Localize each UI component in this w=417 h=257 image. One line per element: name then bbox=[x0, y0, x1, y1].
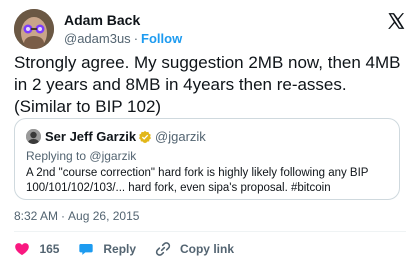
author-handle-row: @adam3us · Follow bbox=[64, 30, 182, 47]
quoted-text: A 2nd "course correction" hard fork is h… bbox=[26, 167, 369, 194]
speech-bubble-icon bbox=[79, 243, 93, 255]
action-bar: 165 Reply Copy link bbox=[14, 240, 248, 257]
quoted-display-name: Ser Jeff Garzik bbox=[45, 129, 137, 145]
reply-button[interactable]: Reply bbox=[78, 240, 136, 257]
replying-mention: @jgarzik bbox=[89, 149, 137, 163]
tweet-timestamp[interactable]: 8:32 AM · Aug 26, 2015 bbox=[14, 209, 139, 223]
tweet-date: Aug 26, 2015 bbox=[68, 209, 140, 223]
gold-verified-badge-icon bbox=[139, 130, 151, 143]
link-icon bbox=[155, 241, 170, 256]
follow-button[interactable]: Follow bbox=[141, 31, 182, 46]
like-button[interactable]: 165 bbox=[14, 240, 59, 257]
copy-link-button[interactable]: Copy link bbox=[155, 240, 234, 257]
replying-to: Replying to @jgarzik bbox=[26, 149, 136, 163]
handle-separator: · bbox=[133, 31, 139, 46]
timestamp-separator: · bbox=[61, 209, 66, 223]
tweet-text: Strongly agree. My suggestion 2MB now, t… bbox=[14, 53, 401, 116]
author-avatar[interactable] bbox=[14, 9, 54, 49]
x-logo-icon[interactable] bbox=[386, 11, 406, 31]
quoted-tweet[interactable]: Ser Jeff Garzik @jgarzik Replying to @jg… bbox=[14, 118, 400, 200]
author-display-name[interactable]: Adam Back bbox=[64, 12, 182, 29]
actions-divider bbox=[14, 231, 406, 232]
copy-link-label: Copy link bbox=[179, 241, 234, 256]
quoted-author-avatar bbox=[26, 129, 41, 145]
tweet-header: Adam Back @adam3us · Follow bbox=[14, 9, 406, 49]
replying-prefix: Replying to bbox=[26, 149, 87, 163]
quoted-handle: @jgarzik bbox=[155, 129, 206, 145]
author-name-block: Adam Back @adam3us · Follow bbox=[64, 12, 182, 47]
like-count: 165 bbox=[39, 241, 60, 256]
heart-icon bbox=[15, 242, 29, 255]
author-handle[interactable]: @adam3us bbox=[64, 31, 131, 46]
quoted-header: Ser Jeff Garzik @jgarzik bbox=[26, 128, 206, 146]
tweet-time: 8:32 AM bbox=[14, 209, 59, 223]
reply-label: Reply bbox=[103, 241, 137, 256]
